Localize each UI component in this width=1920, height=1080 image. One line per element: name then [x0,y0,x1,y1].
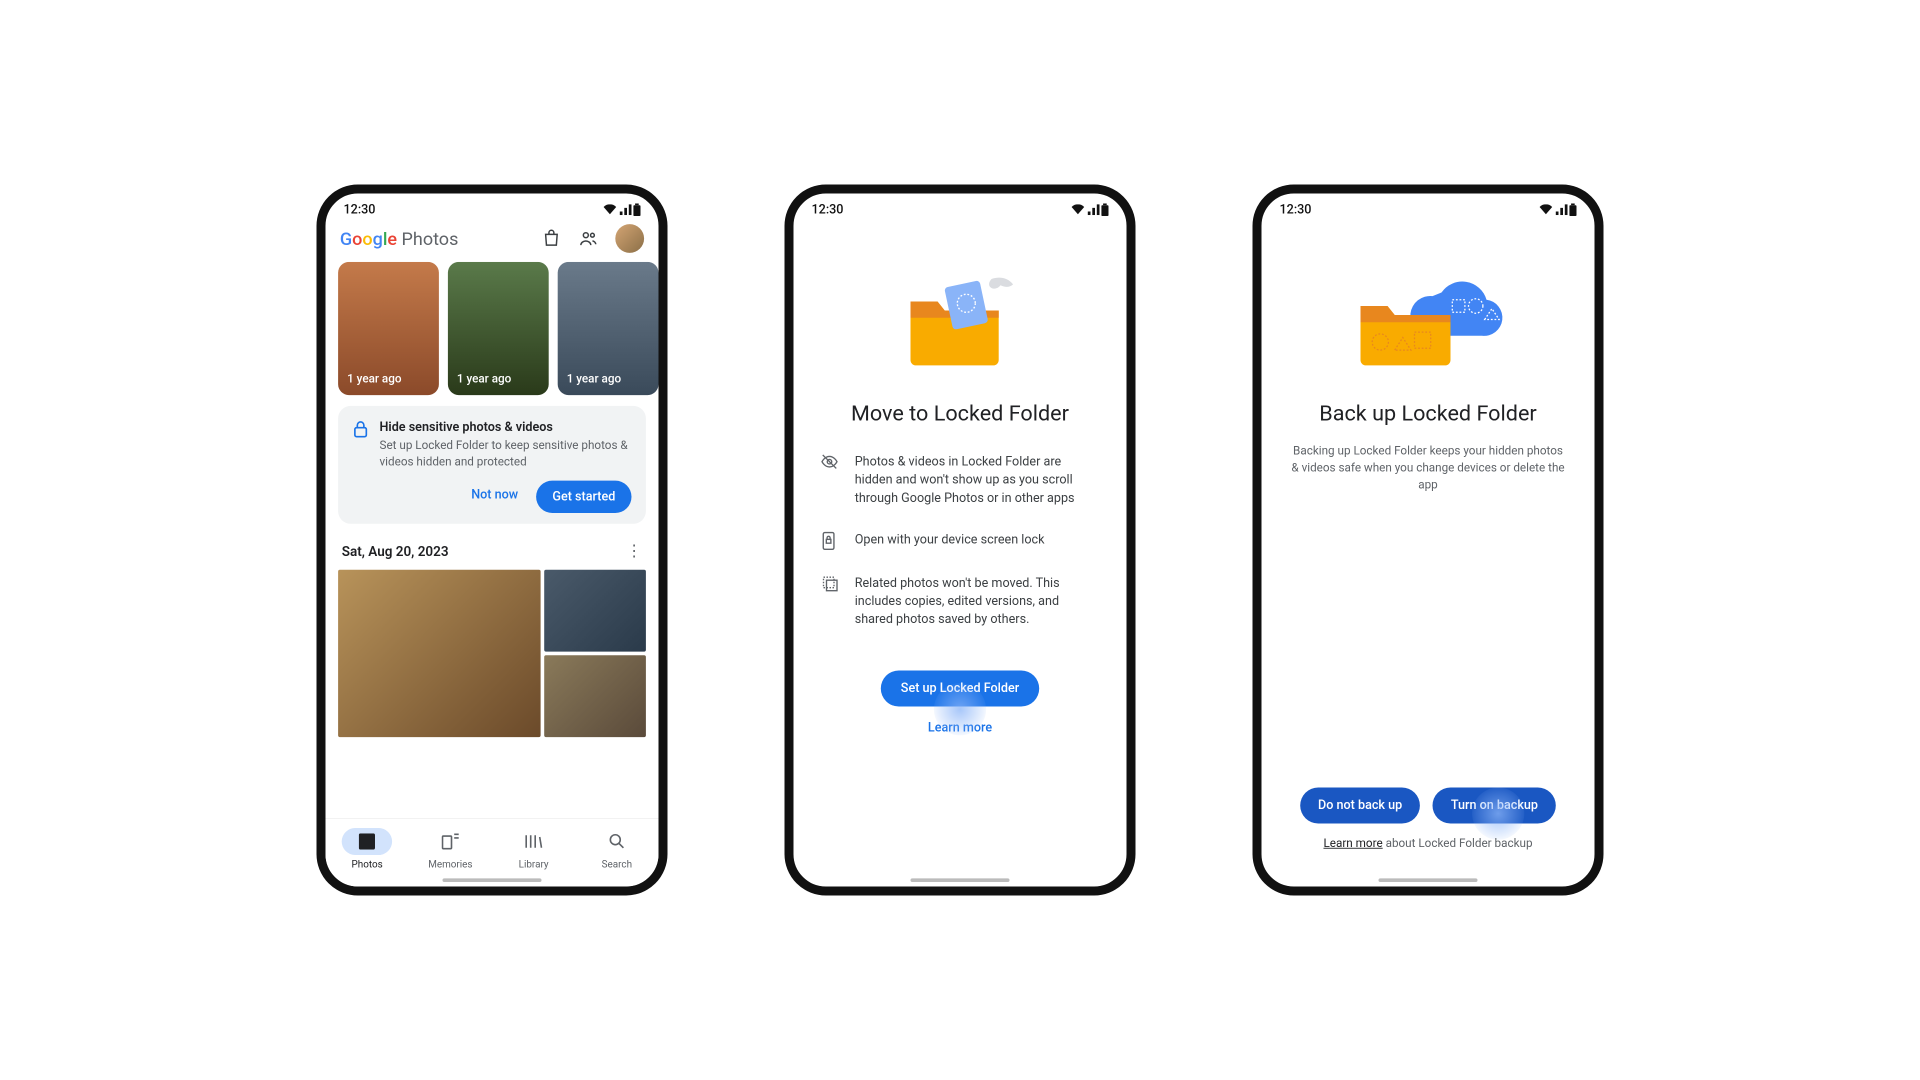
photo-thumbnail[interactable] [544,570,645,652]
shopping-bag-icon[interactable] [542,229,562,249]
memory-label: 1 year ago [347,373,401,387]
battery-icon [1101,203,1108,216]
status-bar: 12:30 [326,194,659,221]
memories-carousel[interactable]: 1 year ago 1 year ago 1 year ago [326,262,659,406]
photo-thumbnail[interactable] [544,655,645,737]
cellular-icon [1555,204,1568,215]
page-title: Move to Locked Folder [794,392,1127,444]
status-bar: 12:30 [1262,194,1595,221]
learn-more-row: Learn more about Locked Folder backup [1262,837,1595,851]
tab-library[interactable]: Library [508,828,558,870]
tap-indicator [1472,788,1524,840]
do-not-back-up-button[interactable]: Do not back up [1300,788,1420,824]
memory-label: 1 year ago [567,373,621,387]
tab-label: Memories [428,859,472,871]
learn-more-link[interactable]: Learn more [1323,837,1382,851]
home-indicator[interactable] [1379,878,1478,882]
memories-icon [441,833,459,849]
app-header: Google Photos [326,221,659,262]
cta-section: Set up Locked Folder Learn more [794,661,1127,744]
memory-card[interactable]: 1 year ago [338,262,439,395]
get-started-button[interactable]: Get started [536,481,631,513]
avatar[interactable] [615,224,644,253]
eye-off-icon [821,453,839,471]
info-text: Open with your device screen lock [855,531,1045,551]
photo-stack-icon [821,574,839,592]
action-row: Do not back up Turn on backup [1262,788,1595,824]
tab-search[interactable]: Search [592,828,642,870]
home-indicator[interactable] [911,878,1010,882]
info-list: Photos & videos in Locked Folder are hid… [794,444,1127,662]
tab-label: Search [602,859,632,871]
tab-label: Library [519,859,549,871]
phone-2: 12:30 Move to Locked Folder Photos & vid… [785,185,1136,896]
cellular-icon [619,204,632,215]
phone-1: 12:30 Google Photos 1 year ago 1 year ag… [317,185,668,896]
info-text: Related photos won't be moved. This incl… [855,574,1100,629]
locked-folder-card: Hide sensitive photos & videos Set up Lo… [338,406,646,524]
not-now-button[interactable]: Not now [460,481,529,513]
card-title: Hide sensitive photos & videos [380,420,632,434]
tab-memories[interactable]: Memories [425,828,475,870]
wifi-icon [1071,204,1085,215]
photo-grid [326,570,659,737]
hero-illustration [1262,221,1595,392]
search-icon [609,833,625,849]
tab-label: Photos [352,859,383,871]
battery-icon [1569,203,1576,216]
wifi-icon [603,204,617,215]
tap-indicator [934,683,986,735]
more-icon[interactable]: ⋮ [626,542,642,561]
page-desc: Backing up Locked Folder keeps your hidd… [1262,444,1595,513]
photos-icon [359,833,375,849]
memory-card[interactable]: 1 year ago [448,262,549,395]
home-indicator[interactable] [443,878,542,882]
info-row: Open with your device screen lock [821,531,1100,551]
cellular-icon [1087,204,1100,215]
page-title: Back up Locked Folder [1262,392,1595,444]
wifi-icon [1539,204,1553,215]
clock: 12:30 [1280,203,1312,217]
status-bar: 12:30 [794,194,1127,221]
info-row: Photos & videos in Locked Folder are hid… [821,453,1100,508]
bottom-nav: Photos Memories Library Search [326,818,659,886]
tab-photos[interactable]: Photos [342,828,392,870]
clock: 12:30 [344,203,376,217]
date-header: Sat, Aug 20, 2023 ⋮ [326,538,659,570]
status-icons [603,203,641,216]
google-photos-logo: Google Photos [340,228,458,250]
phone-3: 12:30 Back up Locked Folder Backing up [1253,185,1604,896]
phone-lock-icon [821,531,837,551]
battery-icon [633,203,640,216]
library-icon [525,833,543,849]
status-icons [1071,203,1109,216]
hero-illustration [794,221,1127,392]
memory-label: 1 year ago [457,373,511,387]
card-desc: Set up Locked Folder to keep sensitive p… [380,438,632,470]
info-row: Related photos won't be moved. This incl… [821,574,1100,629]
learn-more-suffix: about Locked Folder backup [1383,837,1533,851]
date-label: Sat, Aug 20, 2023 [342,543,449,559]
memory-card[interactable]: 1 year ago [558,262,659,395]
info-text: Photos & videos in Locked Folder are hid… [855,453,1100,508]
folder-hand-icon [884,257,1037,374]
clock: 12:30 [812,203,844,217]
folder-cloud-icon [1343,257,1514,374]
photo-thumbnail[interactable] [338,570,541,737]
people-icon[interactable] [578,229,600,249]
status-icons [1539,203,1577,216]
lock-icon [353,420,369,438]
